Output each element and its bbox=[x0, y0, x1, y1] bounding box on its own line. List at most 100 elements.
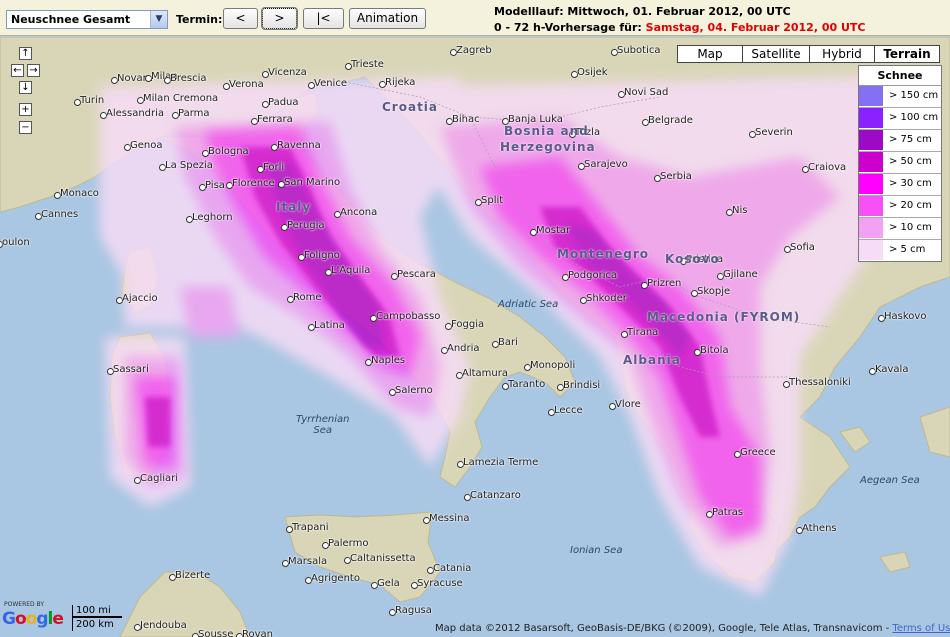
city-label: Ravenna bbox=[277, 140, 321, 151]
country-label: Macedonia (FYROM) bbox=[647, 310, 801, 324]
google-logo[interactable]: Google bbox=[2, 609, 64, 629]
city-label: Taranto bbox=[508, 379, 546, 390]
legend-label: > 30 cm bbox=[883, 174, 941, 195]
legend-swatch bbox=[859, 152, 883, 172]
city-label: Andria bbox=[447, 343, 480, 354]
legend-label: > 150 cm bbox=[883, 86, 941, 107]
city-label: Palermo bbox=[328, 538, 369, 549]
country-label: Kosovo bbox=[665, 252, 720, 266]
next-button[interactable]: > bbox=[261, 7, 298, 30]
city-label: Foggia bbox=[451, 319, 485, 330]
legend-label: > 50 cm bbox=[883, 152, 941, 173]
terms-of-use-link[interactable]: Terms of Use bbox=[892, 623, 950, 634]
legend-label: > 75 cm bbox=[883, 130, 941, 151]
city-label: Catanzaro bbox=[470, 490, 521, 501]
legend-label: > 10 cm bbox=[883, 218, 941, 239]
city-label: Agrigento bbox=[311, 573, 360, 584]
arrow-left-icon[interactable]: ← bbox=[11, 64, 24, 77]
scale-bar: 100 mi 200 km bbox=[72, 603, 132, 631]
city-label: Bari bbox=[498, 337, 518, 348]
map-type-map[interactable]: Map bbox=[677, 45, 743, 63]
sea-label: Tyrrhenian Sea bbox=[296, 414, 350, 436]
city-label: Ajaccio bbox=[122, 293, 158, 304]
city-label: Pescara bbox=[397, 269, 436, 280]
city-label: Caltanissetta bbox=[350, 553, 416, 564]
city-label: Rome bbox=[293, 292, 322, 303]
city-label: Florence bbox=[232, 178, 275, 189]
city-label: Thessaloniki bbox=[789, 377, 851, 388]
animation-button[interactable]: Animation bbox=[349, 8, 426, 29]
first-button[interactable]: |< bbox=[303, 8, 344, 29]
city-label: Sousse bbox=[198, 629, 234, 637]
legend-label: > 5 cm bbox=[883, 240, 941, 261]
city-label: Serbia bbox=[660, 171, 692, 182]
city-label: Genoa bbox=[130, 140, 163, 151]
forecast-range-text: 0 - 72 h-Vorhersage für: Samstag, 04. Fe… bbox=[494, 21, 865, 34]
city-label: Lamezia Terme bbox=[463, 457, 539, 468]
legend-row: > 100 cm bbox=[859, 107, 941, 129]
arrow-down-icon[interactable]: ↓ bbox=[19, 81, 32, 94]
legend-swatch bbox=[859, 218, 883, 238]
legend-swatch bbox=[859, 240, 883, 260]
country-label: Italy bbox=[276, 200, 312, 214]
termin-label: Termin: bbox=[176, 13, 223, 26]
city-label: Bitola bbox=[700, 345, 729, 356]
sea-label: Adriatic Sea bbox=[498, 299, 559, 310]
map-canvas[interactable]: Novara Milan Brescia Verona Vicenza Venice Tri… bbox=[0, 37, 950, 637]
city-label: Rijeka bbox=[385, 77, 416, 88]
legend-row: > 5 cm bbox=[859, 239, 941, 261]
city-label: Tirana bbox=[627, 327, 659, 338]
city-label: Severin bbox=[755, 127, 793, 138]
city-label: Catania bbox=[433, 563, 472, 574]
product-select[interactable]: Neuschnee Gesamt ▼ bbox=[6, 10, 168, 29]
chevron-down-icon[interactable]: ▼ bbox=[150, 11, 167, 28]
legend-swatch bbox=[859, 130, 883, 150]
map-type-hybrid[interactable]: Hybrid bbox=[809, 45, 875, 63]
map-type-terrain[interactable]: Terrain bbox=[874, 45, 940, 63]
legend-label: > 100 cm bbox=[883, 108, 941, 129]
city-label: La Spezia bbox=[165, 160, 213, 171]
city-label: Sofia bbox=[790, 242, 815, 253]
legend-row: > 10 cm bbox=[859, 217, 941, 239]
previous-button[interactable]: < bbox=[223, 8, 258, 29]
powered-by-text: POWERED BY bbox=[4, 601, 45, 608]
arrow-up-icon[interactable]: ↑ bbox=[19, 47, 32, 60]
copyright-text: Map data ©2012 Basarsoft, GeoBasis-DE/BK… bbox=[435, 623, 950, 634]
city-label: Brindisi bbox=[563, 380, 601, 391]
city-label: Marsala bbox=[288, 556, 328, 567]
city-label: Prizren bbox=[647, 278, 682, 289]
city-label: Brescia bbox=[170, 73, 207, 84]
scale-km: 200 km bbox=[76, 619, 114, 630]
legend-row: > 75 cm bbox=[859, 129, 941, 151]
city-label: Belgrade bbox=[648, 115, 693, 126]
city-label: Lecce bbox=[554, 405, 583, 416]
city-label: Sarajevo bbox=[584, 159, 628, 170]
city-label: Messina bbox=[429, 513, 470, 524]
city-label: Turin bbox=[80, 95, 105, 106]
city-label: Patras bbox=[712, 507, 744, 518]
legend-label: > 20 cm bbox=[883, 196, 941, 217]
city-label: Craiova bbox=[808, 162, 847, 173]
country-label: Albania bbox=[623, 353, 681, 367]
terrain-map bbox=[0, 37, 950, 637]
city-label: Kavala bbox=[875, 364, 909, 375]
city-label: Jendouba bbox=[140, 620, 187, 631]
city-label: Bihac bbox=[452, 114, 480, 125]
city-label: Parma bbox=[178, 108, 210, 119]
snow-legend: Schnee > 150 cm > 100 cm > 75 cm > 50 cm > 3… bbox=[858, 65, 942, 262]
legend-row: > 150 cm bbox=[859, 86, 941, 107]
arrow-right-icon[interactable]: → bbox=[27, 64, 40, 77]
map-type-satellite[interactable]: Satellite bbox=[742, 45, 810, 63]
city-label: Trapani bbox=[292, 522, 329, 533]
city-label: Alessandria bbox=[106, 108, 165, 119]
city-label: Cannes bbox=[41, 209, 79, 220]
country-label: Montenegro bbox=[557, 247, 650, 261]
city-label: Bizerte bbox=[175, 570, 211, 581]
city-label: Forli bbox=[263, 162, 285, 173]
city-label: Leghorn bbox=[192, 212, 233, 223]
legend-swatch bbox=[859, 196, 883, 216]
zoom-out-icon[interactable]: − bbox=[19, 121, 32, 134]
legend-title: Schnee bbox=[859, 66, 941, 86]
zoom-in-icon[interactable]: + bbox=[19, 103, 32, 116]
city-label: oulon bbox=[2, 237, 30, 248]
